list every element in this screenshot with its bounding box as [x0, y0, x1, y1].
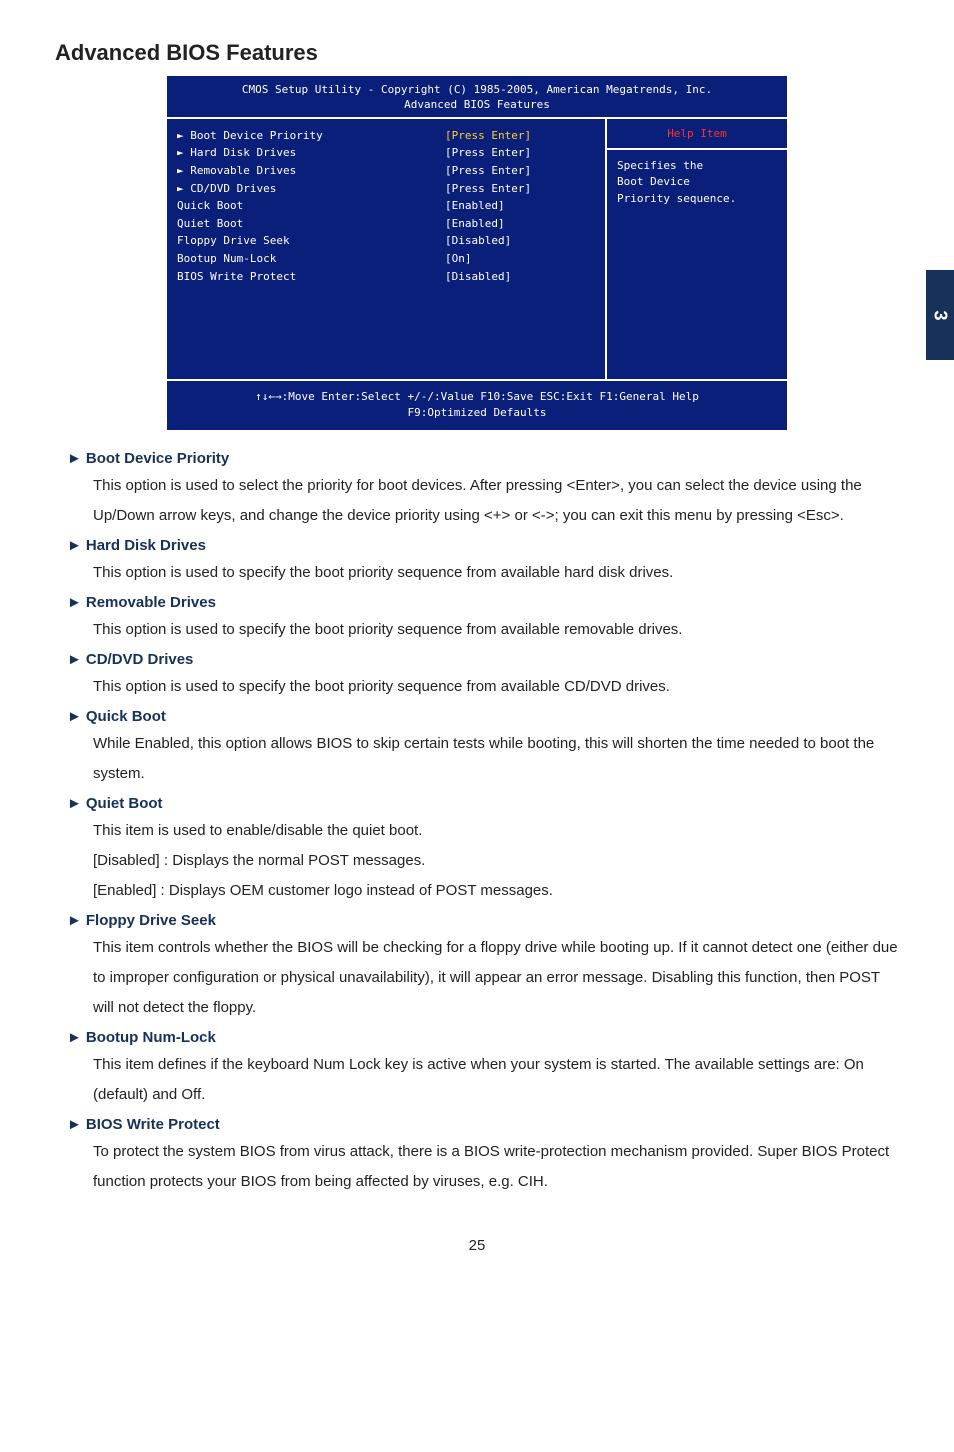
description-title-text: Quick Boot	[86, 708, 166, 725]
bios-header-line1: CMOS Setup Utility - Copyright (C) 1985-…	[171, 82, 783, 97]
description-title-text: Removable Drives	[86, 594, 216, 611]
bios-option-name: Quiet Boot	[177, 215, 445, 233]
bios-option-name: Bootup Num-Lock	[177, 250, 445, 268]
bios-option-name: BIOS Write Protect	[177, 268, 445, 286]
bios-header-line2: Advanced BIOS Features	[171, 97, 783, 112]
bios-option-value: [Press Enter]	[445, 180, 595, 198]
bios-option-value: [Press Enter]	[445, 162, 595, 180]
bios-help-body: Specifies theBoot DevicePriority sequenc…	[607, 150, 787, 216]
description-line: This option is used to specify the boot …	[93, 672, 899, 702]
bios-option-value: [Disabled]	[445, 268, 595, 286]
bios-footer-line2: F9:Optimized Defaults	[171, 405, 783, 422]
description-title: ►Hard Disk Drives	[67, 537, 899, 554]
description-item: ►Quick Boot While Enabled, this option al…	[55, 708, 899, 789]
description-line: [Enabled] : Displays OEM customer logo i…	[93, 876, 899, 906]
bios-footer-line1: ↑↓←→:Move Enter:Select +/-/:Value F10:Sa…	[171, 389, 783, 406]
description-body: This option is used to specify the boot …	[93, 558, 899, 588]
description-body: This option is used to select the priori…	[93, 471, 899, 531]
description-item: ►Hard Disk Drives This option is used to …	[55, 537, 899, 588]
triangle-icon: ►	[67, 537, 82, 554]
description-title: ►Floppy Drive Seek	[67, 912, 899, 929]
bios-option-name: ► Hard Disk Drives	[177, 144, 445, 162]
description-title-text: Bootup Num-Lock	[86, 1029, 216, 1046]
bios-option-name: Quick Boot	[177, 197, 445, 215]
description-item: ►Boot Device Priority This option is used…	[55, 450, 899, 531]
bios-option-value: [On]	[445, 250, 595, 268]
bios-footer: ↑↓←→:Move Enter:Select +/-/:Value F10:Sa…	[167, 381, 787, 430]
bios-help-panel: Help Item Specifies theBoot DevicePriori…	[605, 119, 787, 379]
description-title-text: Boot Device Priority	[86, 450, 229, 467]
description-title: ►Boot Device Priority	[67, 450, 899, 467]
description-body: While Enabled, this option allows BIOS t…	[93, 729, 899, 789]
bios-option-value: [Press Enter]	[445, 127, 595, 145]
bios-help-title: Help Item	[607, 119, 787, 150]
bios-option-name: Floppy Drive Seek	[177, 232, 445, 250]
description-line: This item defines if the keyboard Num Lo…	[93, 1050, 899, 1110]
description-title: ►Bootup Num-Lock	[67, 1029, 899, 1046]
bios-option-name: ► Removable Drives	[177, 162, 445, 180]
description-title-text: CD/DVD Drives	[86, 651, 194, 668]
description-line: [Disabled] : Displays the normal POST me…	[93, 846, 899, 876]
triangle-icon: ►	[67, 1116, 82, 1133]
triangle-icon: ►	[67, 912, 82, 929]
description-title-text: Quiet Boot	[86, 795, 163, 812]
description-line: This option is used to specify the boot …	[93, 558, 899, 588]
bios-option-name: ► CD/DVD Drives	[177, 180, 445, 198]
description-body: This item controls whether the BIOS will…	[93, 933, 899, 1023]
bios-option-name: ► Boot Device Priority	[177, 127, 445, 145]
description-title: ►BIOS Write Protect	[67, 1116, 899, 1133]
description-item: ►Removable Drives This option is used to …	[55, 594, 899, 645]
triangle-icon: ►	[67, 594, 82, 611]
section-title: Advanced BIOS Features	[55, 40, 899, 66]
description-line: This item controls whether the BIOS will…	[93, 933, 899, 1023]
bios-option-value: [Enabled]	[445, 215, 595, 233]
triangle-icon: ►	[67, 795, 82, 812]
description-body: This option is used to specify the boot …	[93, 672, 899, 702]
triangle-icon: ►	[67, 1029, 82, 1046]
description-body: This option is used to specify the boot …	[93, 615, 899, 645]
description-item: ►Floppy Drive Seek This item controls whe…	[55, 912, 899, 1023]
triangle-icon: ►	[67, 651, 82, 668]
bios-help-line: Boot Device	[617, 174, 777, 191]
bios-option-value: [Disabled]	[445, 232, 595, 250]
description-line: This item is used to enable/disable the …	[93, 816, 899, 846]
bios-help-line: Priority sequence.	[617, 191, 777, 208]
bios-header: CMOS Setup Utility - Copyright (C) 1985-…	[167, 76, 787, 117]
description-body: This item is used to enable/disable the …	[93, 816, 899, 906]
description-line: To protect the system BIOS from virus at…	[93, 1137, 899, 1197]
description-title: ►Quiet Boot	[67, 795, 899, 812]
bios-option-value: [Enabled]	[445, 197, 595, 215]
description-line: This option is used to specify the boot …	[93, 615, 899, 645]
description-title-text: Floppy Drive Seek	[86, 912, 216, 929]
description-item: ►Bootup Num-Lock This item defines if the…	[55, 1029, 899, 1110]
bios-help-line: Specifies the	[617, 158, 777, 175]
description-item: ►Quiet Boot This item is used to enable/d…	[55, 795, 899, 906]
description-title-text: BIOS Write Protect	[86, 1116, 220, 1133]
triangle-icon: ►	[67, 708, 82, 725]
description-line: While Enabled, this option allows BIOS t…	[93, 729, 899, 789]
description-body: This item defines if the keyboard Num Lo…	[93, 1050, 899, 1110]
bios-option-value: [Press Enter]	[445, 144, 595, 162]
description-body: To protect the system BIOS from virus at…	[93, 1137, 899, 1197]
side-tab-label: 3	[929, 310, 950, 320]
description-line: This option is used to select the priori…	[93, 471, 899, 531]
side-tab: 3	[926, 270, 954, 360]
description-item: ►BIOS Write Protect To protect the system…	[55, 1116, 899, 1197]
bios-left-panel: ► Boot Device Priority► Hard Disk Drives…	[167, 119, 605, 379]
description-title: ►CD/DVD Drives	[67, 651, 899, 668]
triangle-icon: ►	[67, 450, 82, 467]
bios-body: ► Boot Device Priority► Hard Disk Drives…	[167, 117, 787, 381]
description-title: ►Removable Drives	[67, 594, 899, 611]
description-title: ►Quick Boot	[67, 708, 899, 725]
bios-screen: CMOS Setup Utility - Copyright (C) 1985-…	[165, 74, 789, 432]
page-number: 25	[55, 1237, 899, 1254]
description-item: ►CD/DVD Drives This option is used to spe…	[55, 651, 899, 702]
description-title-text: Hard Disk Drives	[86, 537, 206, 554]
